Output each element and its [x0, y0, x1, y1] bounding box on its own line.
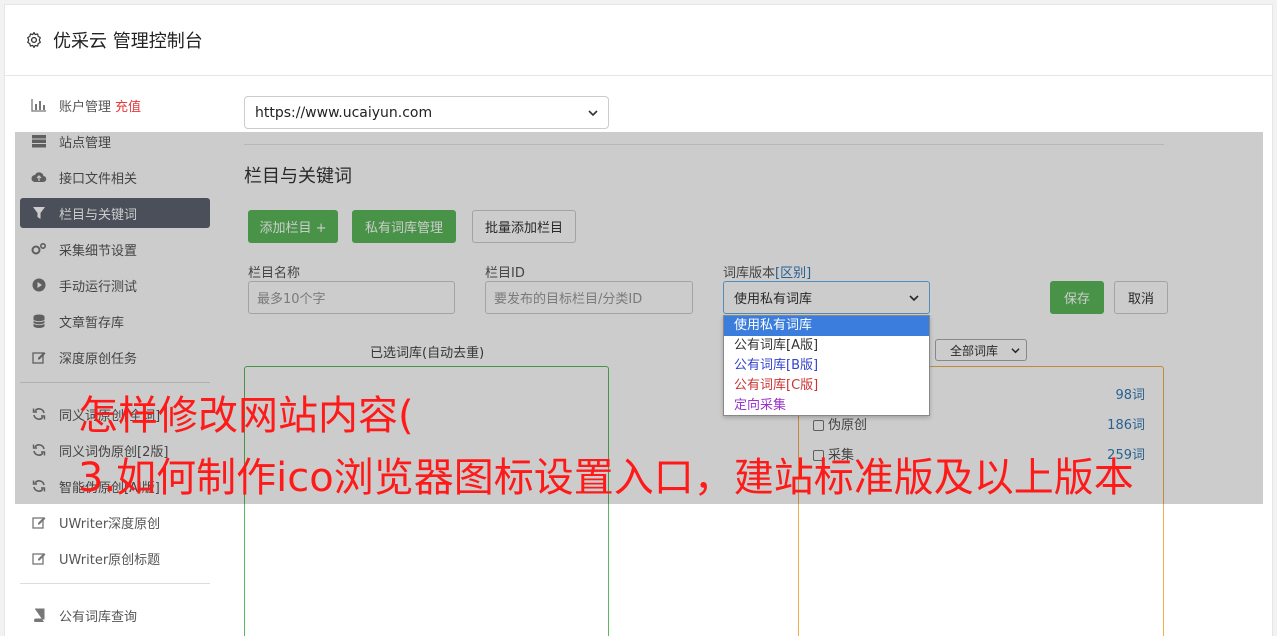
book-icon	[31, 607, 47, 623]
site-select-value: https://www.ucaiyun.com	[255, 104, 433, 121]
site-select[interactable]: https://www.ucaiyun.com	[244, 96, 609, 129]
sidebar-item-uwriter-title[interactable]: UWriter原创标题	[20, 543, 210, 573]
chart-icon	[31, 97, 47, 113]
edit-icon	[31, 550, 47, 566]
sidebar-item-label: UWriter深度原创	[59, 516, 161, 532]
dropdown-option[interactable]: 定向采集	[724, 396, 929, 416]
edit-icon	[31, 514, 47, 530]
dropdown-option[interactable]: 公有词库[B版]	[724, 356, 929, 376]
lib-version-dropdown[interactable]: 使用私有词库 公有词库[A版] 公有词库[B版] 公有词库[C版] 定向采集	[723, 315, 930, 416]
sidebar-divider	[20, 583, 210, 584]
sidebar-item-uwriter-deep[interactable]: UWriter深度原创	[20, 507, 210, 537]
sidebar-item-label: 公有词库查询	[59, 609, 138, 625]
page-title: 优采云 管理控制台	[53, 31, 203, 52]
dropdown-option[interactable]: 公有词库[C版]	[724, 376, 929, 396]
sidebar-item-label: 账户管理	[59, 99, 112, 115]
recharge-link[interactable]: 充值	[115, 96, 141, 115]
chevron-down-icon	[588, 109, 598, 116]
sidebar-item-account[interactable]: 账户管理 充值	[20, 90, 210, 120]
dim-overlay	[15, 132, 1263, 504]
gear-icon	[27, 31, 41, 49]
dropdown-option[interactable]: 公有词库[A版]	[724, 336, 929, 356]
dropdown-option[interactable]: 使用私有词库	[724, 316, 929, 336]
page-header: 优采云 管理控制台	[5, 5, 1272, 76]
sidebar-item-label: UWriter原创标题	[59, 552, 161, 568]
overlay-headline-1: 怎样修改网站内容(	[78, 393, 414, 439]
sidebar-item-public-lib[interactable]: 公有词库查询	[20, 600, 210, 630]
overlay-headline-2: 3.如何制作ico浏览器图标设置入口，建站标准版及以上版本	[78, 455, 1134, 501]
